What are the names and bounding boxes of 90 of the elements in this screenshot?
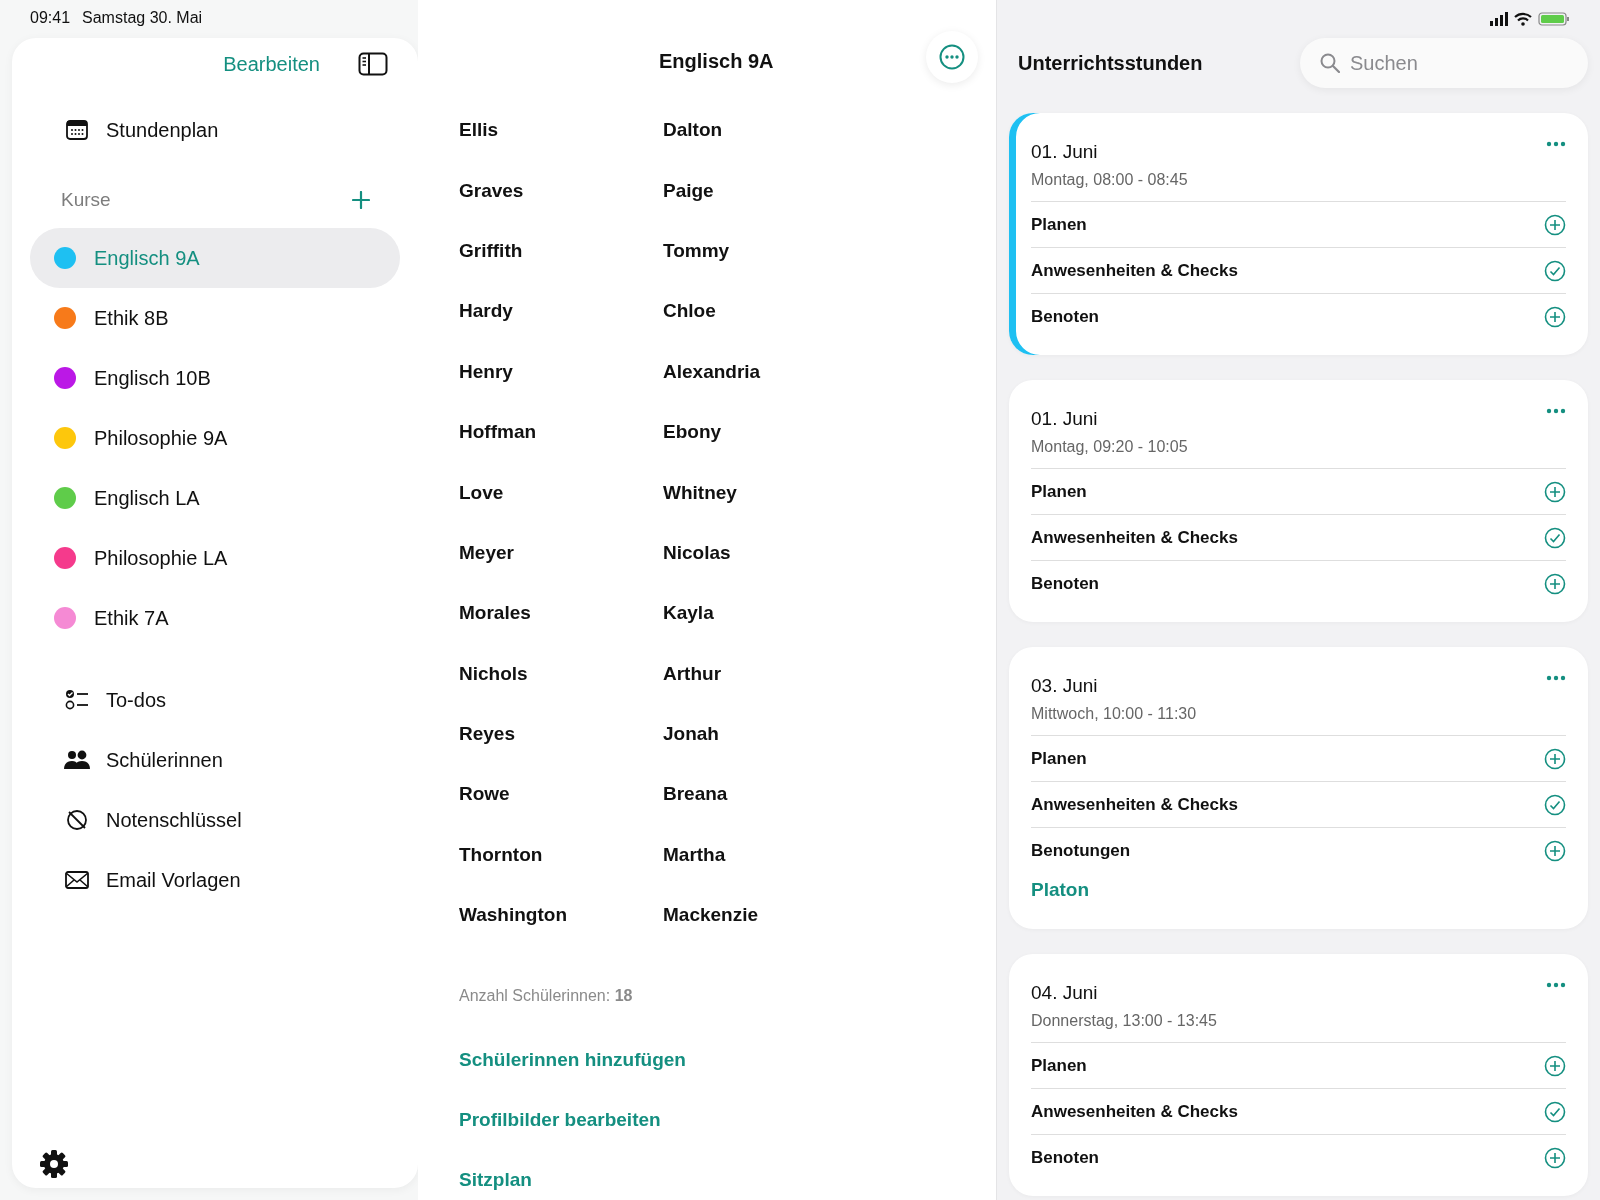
check-circle-icon	[1544, 526, 1566, 549]
lesson-time: Montag, 09:20 - 10:05	[1031, 438, 1188, 456]
check-circle-icon	[1544, 793, 1566, 816]
lesson-date: 01. Juni	[1031, 408, 1099, 430]
search-icon	[1320, 53, 1340, 73]
nav-item[interactable]: Schülerinnen	[30, 730, 400, 790]
lesson-action-row[interactable]: Benoten	[1031, 561, 1566, 606]
student-row[interactable]: Reyes Jonah	[459, 703, 996, 765]
add-circle-icon	[1544, 839, 1566, 862]
lesson-action-row[interactable]: Benoten	[1031, 294, 1566, 339]
more-icon[interactable]	[1546, 982, 1566, 988]
lesson-link[interactable]: Platon	[1031, 879, 1566, 901]
lesson-action-row[interactable]: Anwesenheiten & Checks	[1031, 515, 1566, 561]
more-icon	[939, 44, 965, 70]
battery-icon	[1538, 11, 1570, 26]
course-title: Englisch 9A	[659, 50, 774, 73]
nav-item[interactable]: Notenschlüssel	[30, 790, 400, 850]
student-row[interactable]: Henry Alexandria	[459, 341, 996, 402]
lesson-action-row[interactable]: Benotungen	[1031, 828, 1566, 873]
lesson-action-row[interactable]: Planen	[1031, 1043, 1566, 1089]
lesson-date: 04. Juni	[1031, 982, 1099, 1004]
edit-button[interactable]: Bearbeiten	[223, 52, 320, 76]
lesson-action-row[interactable]: Anwesenheiten & Checks	[1031, 782, 1566, 828]
status-date: Samstag 30. Mai	[82, 9, 203, 27]
lesson-date: 01. Juni	[1031, 141, 1099, 163]
student-count: Anzahl Schülerinnen: 18	[459, 987, 634, 1007]
more-icon[interactable]	[1546, 408, 1566, 414]
settings-icon[interactable]	[40, 1150, 68, 1178]
checklist-icon	[64, 689, 90, 711]
lesson-card[interactable]: 04. Juni Donnerstag, 13:00 - 13:45 Planen Anwesenheiten & Checks Benoten	[1009, 954, 1588, 1196]
student-row[interactable]: Love Whitney	[459, 462, 996, 523]
course-item[interactable]: Philosophie LA	[30, 528, 400, 588]
calendar-icon	[64, 120, 90, 140]
check-circle-icon	[1544, 1100, 1566, 1123]
action-link[interactable]: Profilbilder bearbeiten	[459, 1109, 996, 1132]
status-time: 09:41	[30, 9, 71, 27]
sidebar-toggle-icon[interactable]	[358, 52, 388, 76]
nav-item[interactable]: Email Vorlagen	[30, 850, 400, 910]
student-row[interactable]: Meyer Nicolas	[459, 522, 996, 584]
add-circle-icon	[1544, 1146, 1566, 1169]
section-heading: Kurse	[61, 189, 111, 211]
student-row[interactable]: Griffith Tommy	[459, 220, 996, 282]
lesson-time: Mittwoch, 10:00 - 11:30	[1031, 705, 1197, 723]
more-icon[interactable]	[1546, 141, 1566, 147]
lesson-action-row[interactable]: Anwesenheiten & Checks	[1031, 248, 1566, 294]
student-row[interactable]: Graves Paige	[459, 160, 996, 221]
student-row[interactable]: Thornton Martha	[459, 824, 996, 886]
student-row[interactable]: Hardy Chloe	[459, 281, 996, 342]
lesson-action-row[interactable]: Planen	[1031, 736, 1566, 782]
nav-item[interactable]: To-dos	[30, 670, 400, 730]
search-field[interactable]: Suchen	[1300, 38, 1588, 88]
add-circle-icon	[1544, 747, 1566, 770]
add-circle-icon	[1544, 572, 1566, 595]
student-row[interactable]: Ellis Dalton	[459, 100, 996, 161]
wifi-icon	[1514, 11, 1532, 26]
course-item[interactable]: Englisch 10B	[30, 348, 400, 408]
add-circle-icon	[1544, 1054, 1566, 1077]
course-item[interactable]: Englisch LA	[30, 468, 400, 528]
add-icon[interactable]	[352, 191, 370, 209]
student-row[interactable]: Rowe Breana	[459, 764, 996, 825]
action-link[interactable]: Schülerinnen hinzufügen	[459, 1049, 996, 1072]
more-icon[interactable]	[1546, 675, 1566, 681]
lesson-action-row[interactable]: Benoten	[1031, 1135, 1566, 1180]
lesson-date: 03. Juni	[1031, 675, 1099, 697]
lesson-action-row[interactable]: Anwesenheiten & Checks	[1031, 1089, 1566, 1135]
student-row[interactable]: Hoffman Ebony	[459, 401, 996, 463]
course-item[interactable]: Ethik 7A	[30, 588, 400, 648]
signal-icon	[1490, 11, 1508, 26]
lesson-card[interactable]: 01. Juni Montag, 09:20 - 10:05 Planen Anwesenheiten & Checks Benoten	[1009, 380, 1588, 622]
add-circle-icon	[1544, 213, 1566, 236]
people-icon	[64, 750, 90, 770]
action-link[interactable]: Sitzplan	[459, 1169, 996, 1192]
add-circle-icon	[1544, 305, 1566, 328]
lesson-action-row[interactable]: Planen	[1031, 469, 1566, 515]
course-item[interactable]: Ethik 8B	[30, 288, 400, 348]
crossed-circle-icon	[64, 809, 90, 831]
envelope-icon	[64, 871, 90, 889]
lesson-action-row[interactable]: Planen	[1031, 202, 1566, 248]
student-row[interactable]: Nichols Arthur	[459, 643, 996, 704]
check-circle-icon	[1544, 259, 1566, 282]
student-row[interactable]: Washington Mackenzie	[459, 885, 996, 946]
course-item[interactable]: Philosophie 9A	[30, 408, 400, 468]
lesson-time: Montag, 08:00 - 08:45	[1031, 171, 1188, 189]
lesson-card[interactable]: 01. Juni Montag, 08:00 - 08:45 Planen Anwesenheiten & Checks Benoten	[1009, 113, 1588, 355]
lessons-title: Unterrichtsstunden	[1017, 51, 1203, 75]
add-circle-icon	[1544, 480, 1566, 503]
lesson-card[interactable]: 03. Juni Mittwoch, 10:00 - 11:30 Planen Anwesenheiten & Checks Benotungen Platon	[1009, 647, 1588, 929]
lesson-time: Donnerstag, 13:00 - 13:45	[1031, 1012, 1217, 1030]
student-row[interactable]: Morales Kayla	[459, 583, 996, 644]
schedule-item[interactable]: Stundenplan	[30, 100, 400, 160]
